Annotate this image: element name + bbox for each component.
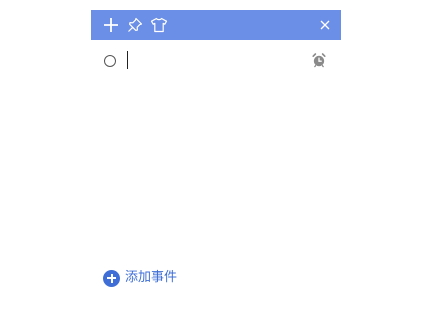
pin-icon[interactable] <box>125 15 145 35</box>
sticky-note-window: 添加事件 <box>91 10 341 310</box>
task-input[interactable] <box>125 50 295 72</box>
alarm-clock-icon[interactable] <box>311 52 327 68</box>
task-row <box>91 48 341 74</box>
close-icon[interactable] <box>315 15 335 35</box>
task-complete-checkbox[interactable] <box>104 55 116 67</box>
plus-icon[interactable] <box>101 15 121 35</box>
title-bar <box>91 10 341 40</box>
add-event-label: 添加事件 <box>125 270 178 285</box>
shirt-icon[interactable] <box>149 15 169 35</box>
add-circle-icon <box>103 269 120 287</box>
text-cursor <box>127 51 128 69</box>
add-event-button[interactable]: 添加事件 <box>103 269 177 287</box>
